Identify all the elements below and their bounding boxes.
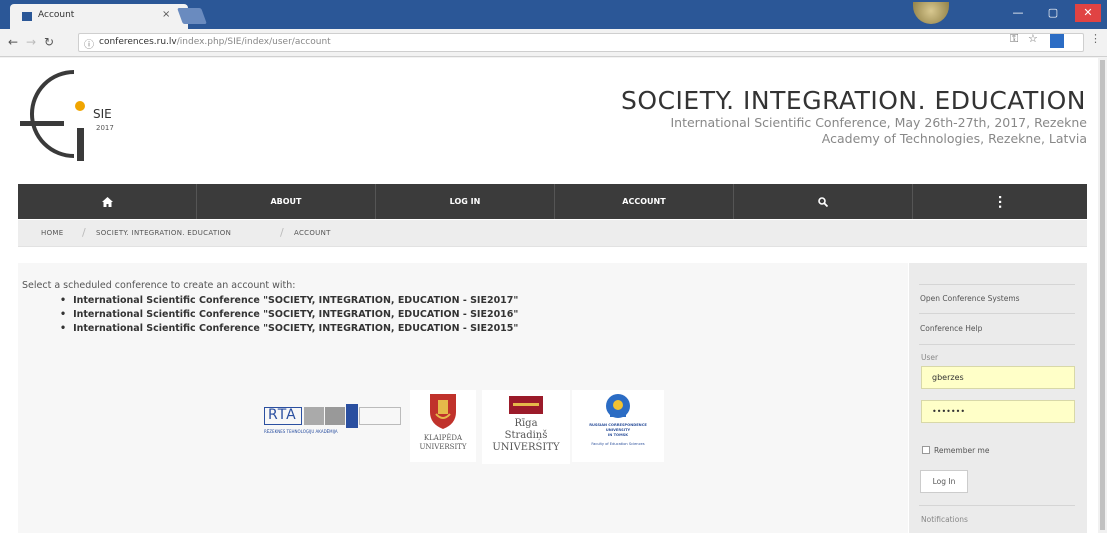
profile-avatar[interactable] [913, 2, 949, 24]
key-icon[interactable]: ⚿ [1010, 32, 1018, 46]
sidebar-divider [919, 344, 1075, 345]
breadcrumb: HOME / SOCIETY. INTEGRATION. EDUCATION /… [18, 220, 1087, 247]
maximize-button[interactable]: ▢ [1040, 4, 1066, 22]
nav-login[interactable]: LOG IN [376, 184, 554, 219]
riga-stradins-university-logo[interactable]: Rīga Stradiņš UNIVERSITY [482, 390, 570, 464]
sidebar-user-label: User [921, 353, 939, 362]
browser-titlebar: Account × — ▢ ✕ [0, 0, 1107, 29]
site-subtitle-line2: Academy of Technologies, Rezekne, Latvia [821, 131, 1087, 146]
search-icon [818, 196, 829, 207]
russian-line3: IN TOMSK [607, 433, 629, 437]
klaipeda-crest-icon [430, 394, 456, 429]
close-window-button[interactable]: ✕ [1075, 4, 1101, 22]
breadcrumb-conference[interactable]: SOCIETY. INTEGRATION. EDUCATION [96, 229, 231, 237]
breadcrumb-home[interactable]: HOME [41, 229, 63, 237]
scrollbar-thumb[interactable] [1100, 60, 1105, 530]
extension-icon[interactable] [1050, 34, 1064, 48]
forward-arrow-icon[interactable]: → [26, 35, 36, 49]
globe-emblem-icon [606, 394, 630, 418]
sidebar-divider [919, 313, 1075, 314]
rta-logo[interactable]: RTA RĒZEKNES TEHNOLOĢIJU AKADĒMIJA [262, 398, 404, 438]
site-title: SOCIETY. INTEGRATION. EDUCATION [621, 86, 1086, 115]
conference-link-2016[interactable]: International Scientific Conference "SOC… [60, 308, 518, 322]
tab-title: Account [38, 10, 75, 20]
intro-text: Select a scheduled conference to create … [22, 280, 296, 291]
logo-year: 2017 [96, 124, 114, 132]
sidebar-notifications-label: Notifications [921, 515, 968, 524]
url-text: conferences.ru.lv/index.php/SIE/index/us… [99, 37, 331, 47]
russian-correspondence-university-logo[interactable]: RUSSIAN CORRESPONDENCE UNIVERSITY IN TOM… [572, 390, 664, 462]
address-bar: ← → ↻ ⓘ conferences.ru.lv/index.php/SIE/… [0, 29, 1107, 57]
russian-line4: Faculty of Education Sciences [591, 442, 645, 446]
conference-list: International Scientific Conference "SOC… [60, 294, 518, 336]
browser-tab[interactable]: Account × [10, 4, 188, 29]
menu-dots-icon[interactable]: ⋮ [1090, 32, 1101, 45]
main-nav: ABOUT LOG IN ACCOUNT [18, 184, 1087, 219]
riga-line3: UNIVERSITY [492, 442, 560, 453]
nav-home[interactable] [18, 184, 196, 219]
home-icon [101, 196, 113, 207]
site-subtitle-line1: International Scientific Conference, May… [670, 115, 1087, 130]
riga-emblem-icon [509, 396, 543, 414]
riga-line2: Stradiņš [504, 430, 548, 441]
breadcrumb-current: ACCOUNT [294, 229, 331, 237]
new-tab-button[interactable] [177, 8, 207, 24]
riga-line1: Rīga [514, 418, 538, 429]
url-host: conferences.ru.lv [99, 37, 177, 47]
site-subtitle: International Scientific Conference, May… [560, 115, 1087, 147]
klaipeda-university-logo[interactable]: KLAIPĖDA UNIVERSITY [410, 390, 476, 462]
minimize-button[interactable]: — [1005, 4, 1031, 22]
sidebar-divider [919, 284, 1075, 285]
back-arrow-icon[interactable]: ← [8, 35, 18, 49]
breadcrumb-separator: / [82, 226, 86, 239]
nav-account[interactable]: ACCOUNT [555, 184, 733, 219]
klaipeda-line1: KLAIPĖDA [423, 434, 463, 442]
remember-me-checkbox[interactable] [922, 446, 930, 454]
bookmark-star-icon[interactable]: ☆ [1028, 32, 1038, 45]
username-input[interactable]: gberzes [921, 366, 1075, 389]
login-button[interactable]: Log In [920, 470, 968, 493]
nav-search[interactable] [734, 184, 912, 219]
remember-me-label: Remember me [934, 446, 990, 455]
favicon-icon [22, 12, 32, 21]
breadcrumb-separator: / [280, 226, 284, 239]
url-input[interactable]: ⓘ conferences.ru.lv/index.php/SIE/index/… [78, 33, 1084, 52]
conference-link-2017[interactable]: International Scientific Conference "SOC… [60, 294, 518, 308]
sidebar-ocs-link[interactable]: Open Conference Systems [920, 294, 1020, 303]
password-input[interactable]: ••••••• [921, 400, 1075, 423]
rta-name: RTA [268, 407, 297, 423]
tab-close-button[interactable]: × [162, 9, 170, 20]
more-vertical-icon [999, 195, 1002, 208]
nav-about[interactable]: ABOUT [197, 184, 375, 219]
klaipeda-line2: UNIVERSITY [419, 443, 467, 451]
logo-text: SIE [93, 107, 112, 121]
sidebar-divider [919, 505, 1075, 506]
info-icon[interactable]: ⓘ [84, 36, 94, 51]
rta-caption: RĒZEKNES TEHNOLOĢIJU AKADĒMIJA [264, 429, 338, 434]
conference-link-2015[interactable]: International Scientific Conference "SOC… [60, 322, 518, 336]
url-path: /index.php/SIE/index/user/account [176, 37, 331, 47]
nav-more[interactable] [913, 184, 1087, 219]
reload-icon[interactable]: ↻ [44, 35, 54, 49]
sidebar-help-link[interactable]: Conference Help [920, 324, 982, 333]
